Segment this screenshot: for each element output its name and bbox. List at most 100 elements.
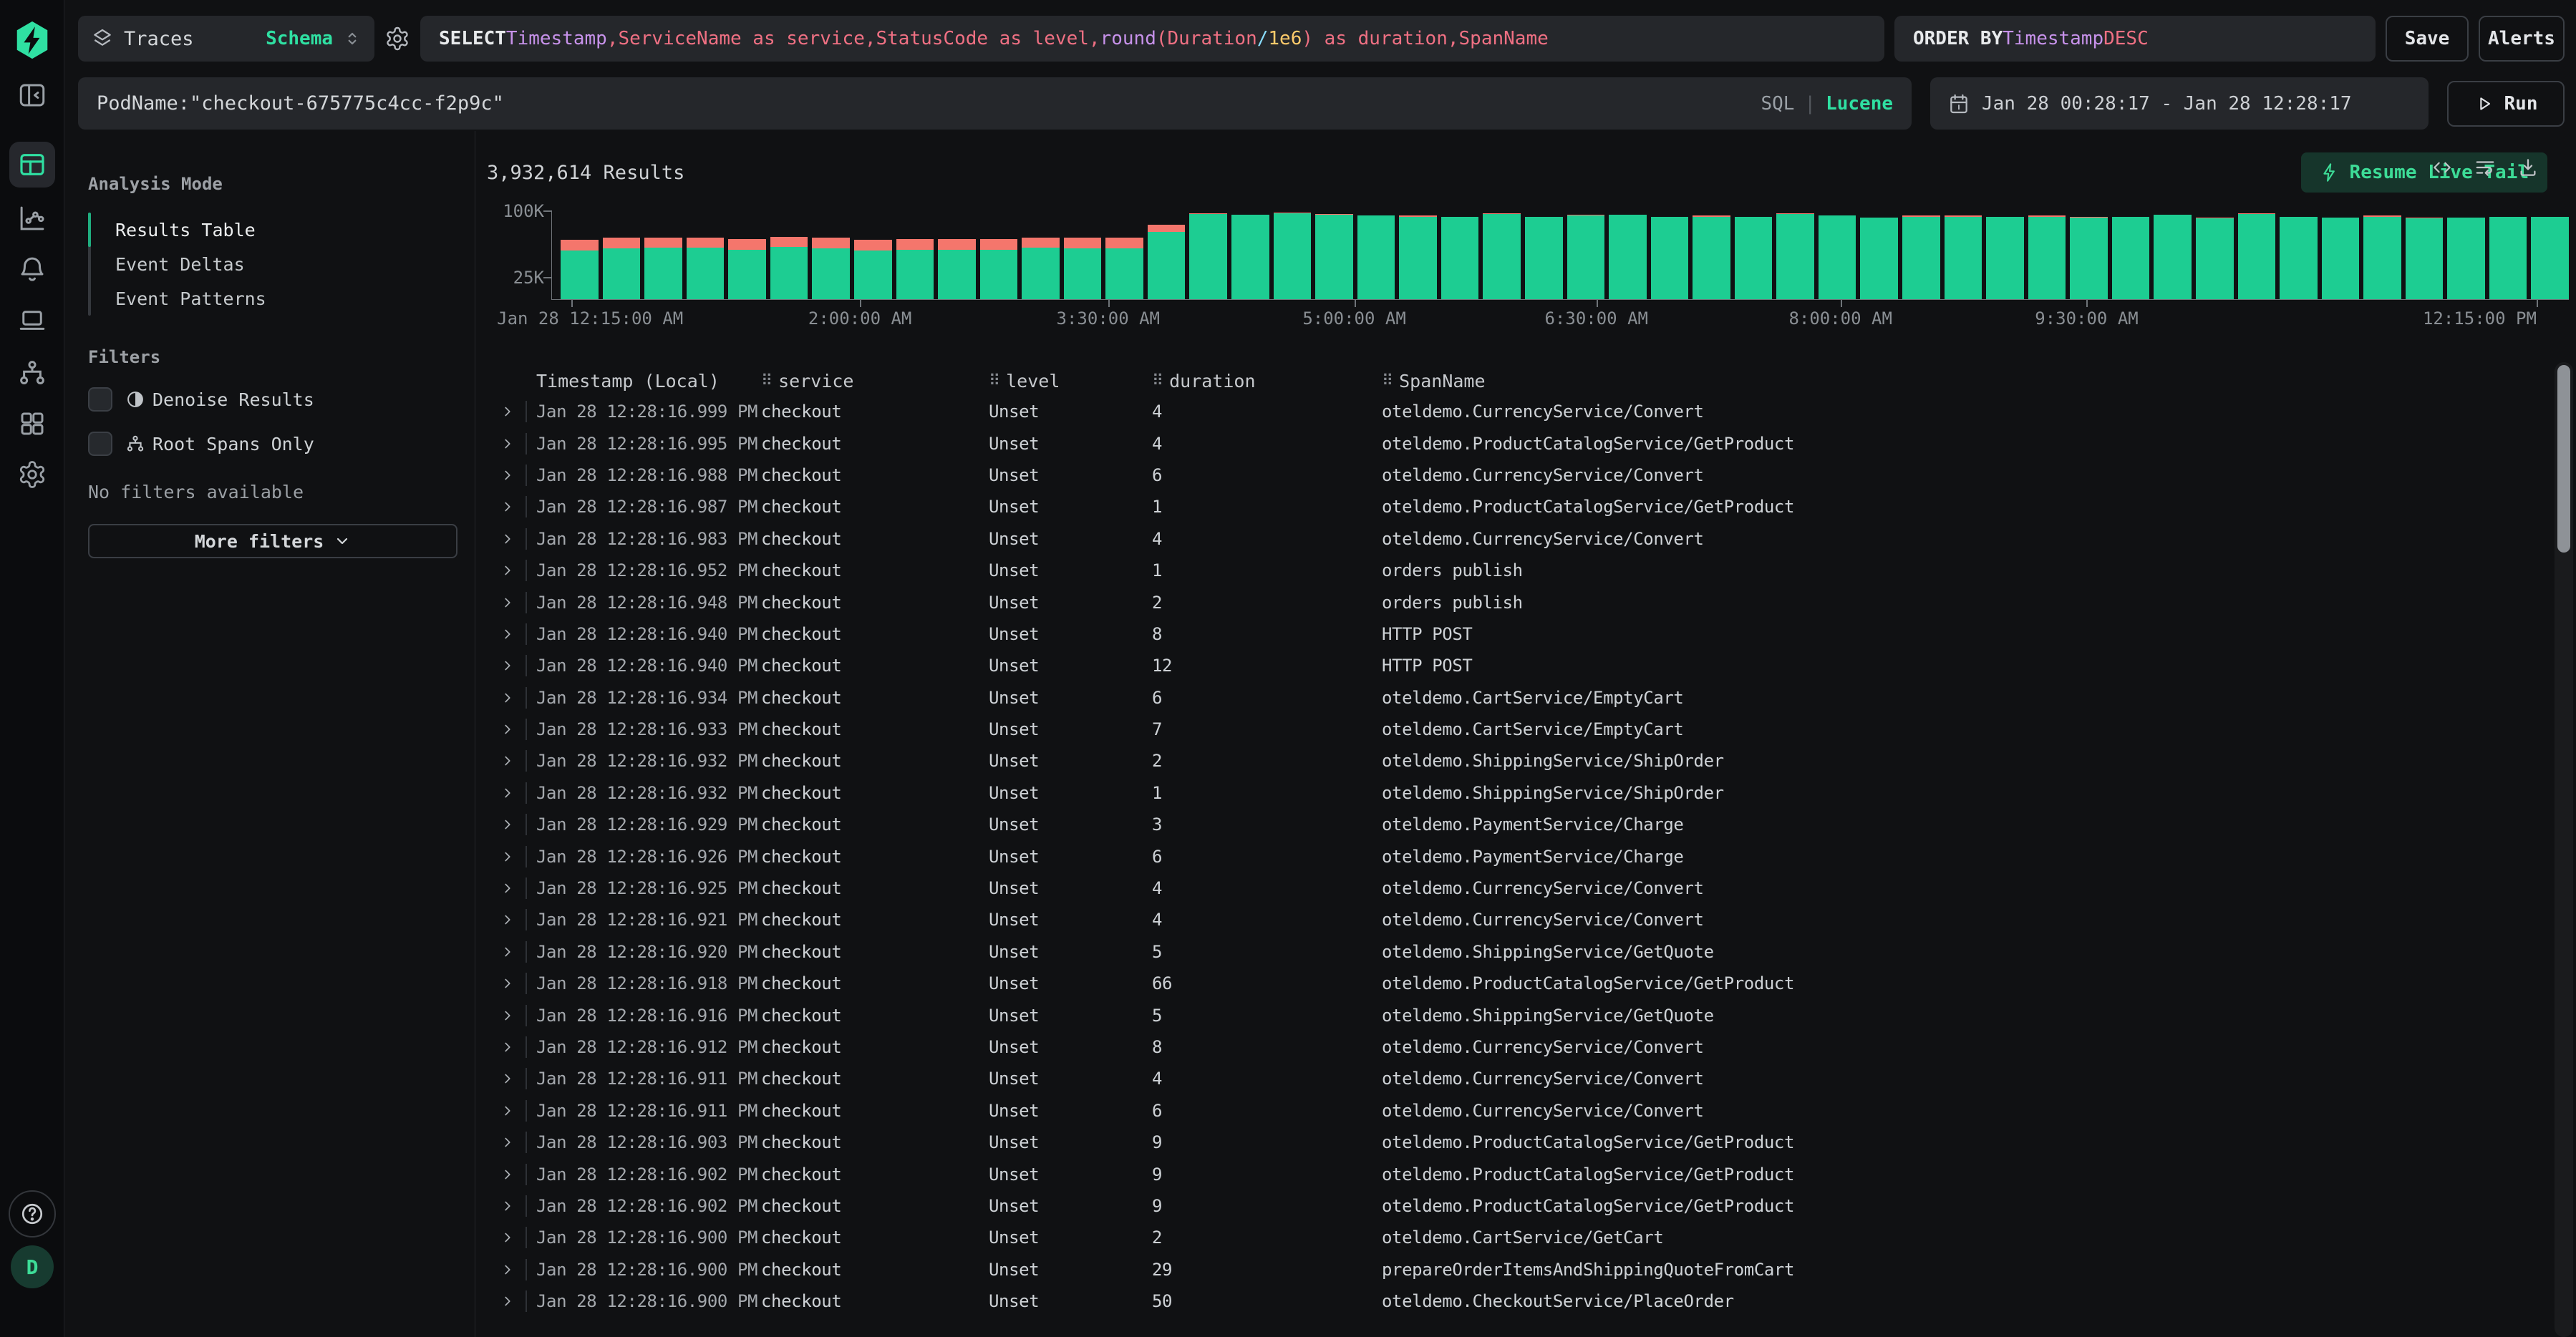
help-button[interactable] — [0, 1190, 64, 1238]
table-row[interactable]: Jan 28 12:28:16.921 PMcheckoutUnset4otel… — [487, 904, 2576, 935]
column-header-timestamp-local-[interactable]: Timestamp (Local) — [526, 371, 761, 392]
column-header-service[interactable]: ⠿service — [761, 371, 989, 392]
chart-bar[interactable] — [2196, 218, 2234, 299]
table-row[interactable]: Jan 28 12:28:16.929 PMcheckoutUnset3otel… — [487, 809, 2576, 840]
chart-bar[interactable] — [1064, 238, 1102, 299]
chart-bar[interactable] — [2489, 217, 2527, 299]
expand-row-button[interactable] — [487, 1262, 526, 1278]
download-button[interactable] — [2517, 157, 2539, 178]
search-input[interactable]: PodName:"checkout-675775c4cc-f2p9c" SQL … — [78, 77, 1912, 130]
expand-row-button[interactable] — [487, 944, 526, 960]
expand-row-button[interactable] — [487, 563, 526, 578]
chart-bar[interactable] — [1357, 215, 1395, 299]
table-row[interactable]: Jan 28 12:28:16.999 PMcheckoutUnset4otel… — [487, 396, 2576, 427]
expand-row-button[interactable] — [487, 753, 526, 769]
expand-row-button[interactable] — [487, 499, 526, 515]
analysis-mode-event-deltas[interactable]: Event Deltas — [91, 247, 266, 281]
chart-bar[interactable] — [728, 239, 766, 299]
expand-row-button[interactable] — [487, 436, 526, 452]
nav-dashboards[interactable] — [0, 404, 64, 444]
language-toggle[interactable]: SQL | Lucene — [1761, 93, 1893, 115]
table-row[interactable]: Jan 28 12:28:16.911 PMcheckoutUnset6otel… — [487, 1095, 2576, 1127]
column-header-duration[interactable]: ⠿duration — [1152, 371, 1382, 392]
table-row[interactable]: Jan 28 12:28:16.920 PMcheckoutUnset5otel… — [487, 936, 2576, 968]
sql-mode-option[interactable]: SQL — [1761, 93, 1794, 115]
chart-bar[interactable] — [2406, 218, 2444, 299]
expand-row-button[interactable] — [487, 531, 526, 547]
table-row[interactable]: Jan 28 12:28:16.925 PMcheckoutUnset4otel… — [487, 872, 2576, 904]
expand-row-button[interactable] — [487, 1293, 526, 1309]
analysis-mode-results-table[interactable]: Results Table — [91, 213, 266, 247]
expand-row-button[interactable] — [487, 626, 526, 642]
chart-bar[interactable] — [2028, 215, 2066, 299]
table-row[interactable]: Jan 28 12:28:16.902 PMcheckoutUnset9otel… — [487, 1158, 2576, 1190]
expand-row-button[interactable] — [487, 467, 526, 483]
analysis-mode-event-patterns[interactable]: Event Patterns — [91, 281, 266, 316]
chart-bar[interactable] — [1525, 217, 1563, 299]
chart-bar[interactable] — [1945, 215, 1982, 299]
table-row[interactable]: Jan 28 12:28:16.932 PMcheckoutUnset1otel… — [487, 777, 2576, 809]
filter-toggle-root-spans-only[interactable]: Root Spans Only — [88, 432, 452, 456]
nav-alerts[interactable] — [0, 249, 64, 289]
chart-bar[interactable] — [1022, 238, 1060, 299]
chart-bar[interactable] — [1231, 215, 1269, 299]
expand-row-button[interactable] — [487, 1039, 526, 1055]
table-row[interactable]: Jan 28 12:28:16.916 PMcheckoutUnset5otel… — [487, 999, 2576, 1031]
expand-row-button[interactable] — [487, 976, 526, 991]
more-filters-button[interactable]: More filters — [88, 524, 457, 558]
chart-bar[interactable] — [1651, 217, 1689, 299]
scrollbar-thumb[interactable] — [2557, 365, 2570, 553]
chart-bar[interactable] — [1105, 238, 1143, 299]
expand-row-button[interactable] — [487, 1008, 526, 1024]
table-row[interactable]: Jan 28 12:28:16.912 PMcheckoutUnset8otel… — [487, 1031, 2576, 1063]
expand-row-button[interactable] — [487, 1071, 526, 1086]
chart-bar[interactable] — [1189, 213, 1227, 299]
table-row[interactable]: Jan 28 12:28:16.900 PMcheckoutUnset29pre… — [487, 1254, 2576, 1285]
table-row[interactable]: Jan 28 12:28:16.932 PMcheckoutUnset2otel… — [487, 745, 2576, 777]
chart-bar[interactable] — [1986, 217, 2024, 299]
table-row[interactable]: Jan 28 12:28:16.918 PMcheckoutUnset66ote… — [487, 968, 2576, 999]
sql-select-editor[interactable]: SELECT Timestamp, ServiceName as service… — [420, 16, 1884, 62]
table-row[interactable]: Jan 28 12:28:16.900 PMcheckoutUnset2otel… — [487, 1222, 2576, 1253]
table-row[interactable]: Jan 28 12:28:16.987 PMcheckoutUnset1otel… — [487, 491, 2576, 522]
checkbox[interactable] — [88, 387, 112, 412]
expand-row-button[interactable] — [487, 817, 526, 832]
chart-bar[interactable] — [1567, 215, 1605, 299]
chart-bar[interactable] — [1315, 214, 1353, 299]
expand-row-button[interactable] — [487, 880, 526, 896]
drag-handle-icon[interactable]: ⠿ — [1152, 372, 1162, 390]
chart-bar[interactable] — [2531, 217, 2569, 299]
chart-bar[interactable] — [1819, 215, 1856, 299]
table-row[interactable]: Jan 28 12:28:16.911 PMcheckoutUnset4otel… — [487, 1063, 2576, 1094]
expand-row-button[interactable] — [487, 404, 526, 419]
order-by-editor[interactable]: ORDER BY Timestamp DESC — [1894, 16, 2376, 62]
checkbox[interactable] — [88, 432, 112, 456]
expand-row-button[interactable] — [487, 1103, 526, 1119]
nav-client-sessions[interactable] — [0, 301, 64, 341]
chart-bar[interactable] — [561, 240, 599, 299]
date-range-picker[interactable]: Jan 28 00:28:17 - Jan 28 12:28:17 — [1930, 77, 2429, 130]
chart-bar[interactable] — [644, 238, 682, 299]
expand-row-button[interactable] — [487, 849, 526, 865]
chart-bar[interactable] — [2322, 218, 2360, 299]
chart-bar[interactable] — [1399, 215, 1437, 299]
table-row[interactable]: Jan 28 12:28:16.948 PMcheckoutUnset2orde… — [487, 586, 2576, 618]
source-settings-button[interactable] — [384, 26, 410, 52]
chart-bar[interactable] — [770, 237, 808, 299]
view-code-button[interactable] — [2431, 157, 2453, 178]
column-header-level[interactable]: ⠿level — [989, 371, 1152, 392]
schema-label[interactable]: Schema — [266, 28, 333, 49]
vertical-scrollbar[interactable] — [2555, 362, 2573, 1337]
app-logo[interactable] — [0, 19, 64, 61]
source-select[interactable]: Traces Schema — [78, 16, 374, 62]
table-row[interactable]: Jan 28 12:28:16.995 PMcheckoutUnset4otel… — [487, 427, 2576, 459]
expand-row-button[interactable] — [487, 1167, 526, 1182]
chart-bar[interactable] — [2238, 213, 2276, 299]
chart-bar[interactable] — [1735, 217, 1773, 299]
lucene-mode-option[interactable]: Lucene — [1826, 93, 1893, 115]
chart-bar[interactable] — [2280, 217, 2318, 299]
expand-row-button[interactable] — [487, 912, 526, 928]
alerts-button[interactable]: Alerts — [2479, 16, 2565, 62]
expand-row-button[interactable] — [487, 785, 526, 801]
filter-toggle-denoise-results[interactable]: Denoise Results — [88, 387, 452, 412]
